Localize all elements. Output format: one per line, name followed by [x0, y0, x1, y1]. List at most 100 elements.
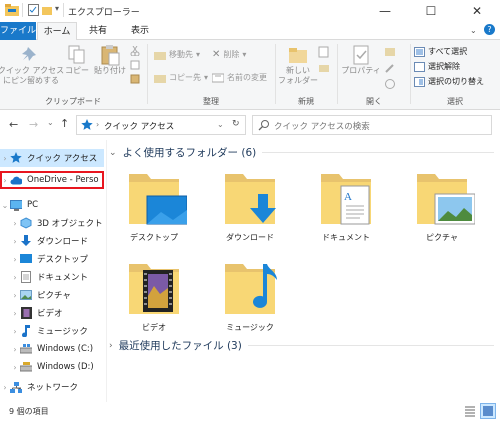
window-title: エクスプローラー	[68, 8, 140, 18]
large-icons-view-icon[interactable]	[480, 403, 496, 419]
folder-music[interactable]: ミュージック	[210, 256, 290, 346]
details-view-icon[interactable]	[464, 405, 476, 417]
nav-item-videos[interactable]: › ビデオ	[0, 304, 104, 322]
invert-selection-icon	[414, 76, 425, 87]
nav-item-pictures[interactable]: › ピクチャ	[0, 286, 104, 304]
address-dropdown[interactable]: ⌄	[217, 120, 224, 129]
refresh-icon[interactable]: ↻	[232, 119, 240, 129]
address-path: クイック アクセス	[104, 122, 175, 132]
paste-shortcut-icon[interactable]	[130, 74, 140, 84]
quick-access-toolbar-dropdown[interactable]: ▾	[55, 4, 59, 13]
pin-to-quick-access-button[interactable]: クイック アクセス にピン留めする	[0, 44, 64, 86]
edit-icon[interactable]	[384, 62, 396, 74]
open-group-label: 開く	[366, 97, 382, 106]
ribbon-tabs: ファイル ホーム 共有 表示 ⌄ ?	[0, 22, 500, 41]
nav-item-network[interactable]: › ネットワーク	[0, 378, 104, 396]
folder-pictures[interactable]: ピクチャ	[402, 166, 482, 256]
status-bar: 9 個の項目	[0, 402, 500, 421]
organize-group-label: 整理	[203, 97, 219, 106]
new-group-label: 新規	[298, 97, 314, 106]
desktop-icon	[20, 253, 32, 265]
cut-icon[interactable]	[130, 45, 140, 57]
folder-videos[interactable]: ビデオ	[114, 256, 194, 346]
forward-button[interactable]: →	[29, 118, 38, 131]
new-folder-icon	[289, 48, 307, 63]
nav-item-desktop[interactable]: › デスクトップ	[0, 250, 104, 268]
nav-item-drive-c[interactable]: › Windows (C:)	[0, 340, 104, 358]
nav-item-pc[interactable]: ⌄ PC	[0, 196, 104, 214]
up-button[interactable]: ↑	[60, 117, 69, 130]
tab-share[interactable]: 共有	[80, 22, 116, 40]
minimize-button[interactable]: —	[362, 0, 408, 22]
new-folder-icon[interactable]	[42, 4, 52, 16]
search-input[interactable]: クイック アクセスの検索	[274, 120, 370, 132]
music-note-icon	[20, 325, 32, 337]
folder-desktop[interactable]: デスクトップ	[114, 166, 194, 256]
nav-item-documents[interactable]: › ドキュメント	[0, 268, 104, 286]
star-icon	[10, 152, 22, 164]
desktop-folder-icon	[129, 174, 187, 225]
folder-downloads[interactable]: ダウンロード	[210, 166, 290, 256]
drive-icon	[20, 343, 32, 355]
copy-path-icon[interactable]	[130, 60, 140, 70]
properties-button[interactable]: プロパティ	[340, 44, 382, 76]
folder-documents[interactable]: A ドキュメント	[306, 166, 386, 256]
nav-item-downloads[interactable]: › ダウンロード	[0, 232, 104, 250]
tab-home[interactable]: ホーム	[37, 22, 77, 41]
tab-file[interactable]: ファイル	[0, 22, 36, 40]
download-icon	[20, 235, 32, 247]
select-none-button[interactable]: 選択解除	[414, 60, 460, 73]
item-count: 9 個の項目	[9, 407, 49, 416]
copy-icon	[68, 45, 85, 64]
ribbon: クイック アクセス にピン留めする コピー 貼り付け クリップボード 移動先 ▾ …	[0, 40, 500, 110]
search-box[interactable]: クイック アクセスの検索	[252, 115, 492, 135]
nav-item-3d-objects[interactable]: › 3D オブジェクト	[0, 214, 104, 232]
recent-files-header[interactable]: › 最近使用したファイル (3)	[109, 338, 494, 353]
nav-item-drive-d[interactable]: › Windows (D:)	[0, 358, 104, 376]
address-row: ← → ⌄ ↑ › クイック アクセス ⌄ ↻ クイック アクセスの検索	[0, 112, 500, 138]
properties-icon	[353, 45, 369, 65]
film-icon	[20, 307, 32, 319]
pin-icon	[22, 47, 36, 61]
copy-to-button[interactable]: コピー先 ▾	[154, 71, 208, 84]
chevron-right-icon: ›	[109, 340, 113, 351]
rename-button[interactable]: 名前の変更	[212, 71, 267, 84]
computer-icon	[10, 199, 22, 211]
help-icon[interactable]: ?	[484, 24, 495, 35]
tab-view[interactable]: 表示	[120, 22, 160, 40]
document-icon	[20, 271, 32, 283]
select-all-icon	[414, 46, 425, 57]
network-icon	[10, 381, 22, 393]
folder-icon	[5, 4, 19, 16]
delete-button[interactable]: ✕ 削除 ▾	[212, 48, 246, 61]
properties-icon[interactable]	[28, 4, 39, 16]
invert-selection-button[interactable]: 選択の切り替え	[414, 75, 484, 88]
music-folder-icon	[225, 264, 277, 314]
drive-icon	[20, 361, 32, 373]
collapse-ribbon-icon[interactable]: ⌄	[470, 26, 477, 35]
nav-item-onedrive[interactable]: › OneDrive - Perso	[0, 171, 104, 189]
nav-item-quick-access[interactable]: › クイック アクセス	[0, 149, 104, 167]
nav-item-music[interactable]: › ミュージック	[0, 322, 104, 340]
copy-button[interactable]: コピー	[64, 44, 90, 76]
new-folder-button[interactable]: 新しい フォルダー	[278, 44, 318, 86]
star-icon	[81, 119, 93, 131]
paste-button[interactable]: 貼り付け	[94, 44, 126, 76]
recent-locations-dropdown[interactable]: ⌄	[47, 118, 54, 127]
new-item-icon[interactable]	[318, 46, 330, 58]
move-to-button[interactable]: 移動先 ▾	[154, 48, 200, 61]
history-icon[interactable]	[384, 78, 396, 90]
open-icon[interactable]	[384, 46, 396, 58]
rename-icon	[212, 73, 224, 82]
chevron-down-icon: ⌄	[109, 147, 117, 158]
maximize-button[interactable]: ☐	[408, 0, 454, 22]
address-bar[interactable]: › クイック アクセス ⌄ ↻	[76, 115, 246, 135]
easy-access-icon[interactable]	[318, 62, 330, 74]
close-button[interactable]: ✕	[454, 0, 500, 22]
frequent-folders-header[interactable]: ⌄ よく使用するフォルダー (6)	[109, 145, 494, 160]
back-button[interactable]: ←	[9, 118, 18, 131]
svg-text:A: A	[344, 191, 352, 203]
select-none-icon	[414, 61, 425, 72]
delete-icon: ✕	[212, 49, 221, 60]
select-all-button[interactable]: すべて選択	[414, 45, 467, 58]
